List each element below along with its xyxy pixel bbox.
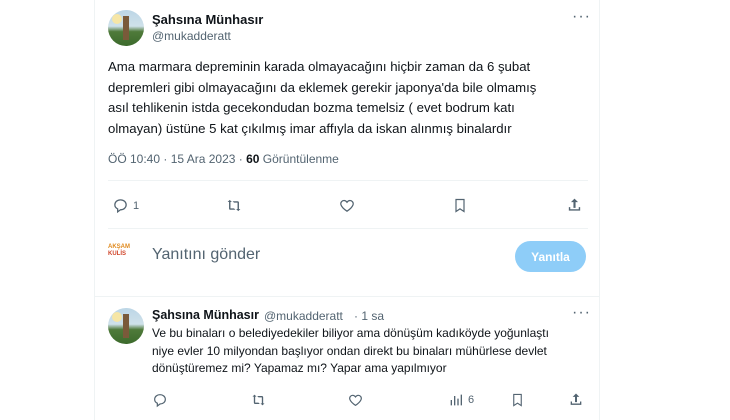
reply-reply-action[interactable] <box>152 392 168 408</box>
reply-share-action[interactable] <box>568 391 584 408</box>
reply-author-name[interactable]: Şahsına Münhasır <box>152 308 259 322</box>
reply-input[interactable]: Yanıtını gönder <box>152 246 260 264</box>
heart-icon <box>340 199 354 212</box>
avatar-logo-bottom: KULİS <box>108 251 126 257</box>
more-options-icon[interactable]: ··· <box>572 8 591 26</box>
tweet-time[interactable]: ÖÖ 10:40 · 15 Ara 2023 · <box>108 152 246 166</box>
reply-button[interactable]: Yanıtla <box>515 241 586 272</box>
reply-author-avatar[interactable] <box>108 308 144 344</box>
reply-icon <box>154 394 166 408</box>
tweet-meta: ÖÖ 10:40 · 15 Ara 2023 · 60 Görüntülenme <box>108 152 339 166</box>
bookmark-action[interactable] <box>452 197 468 214</box>
reply-views-count: 6 <box>468 394 475 406</box>
bookmark-icon <box>455 198 465 213</box>
reply-retweet-action[interactable] <box>250 392 267 408</box>
avatar-sun <box>112 14 122 24</box>
views-count: 60 <box>246 152 260 166</box>
reply-author-handle[interactable]: @mukadderatt <box>264 309 343 323</box>
avatar-figure <box>123 16 129 40</box>
divider <box>94 296 600 297</box>
reply-views-action[interactable]: 6 <box>448 392 474 408</box>
avatar-logo-top: AKŞAM <box>108 244 130 250</box>
avatar-figure <box>123 314 129 338</box>
reply-text: Ve bu binaları o belediyedekiler biliyor… <box>152 326 549 375</box>
reply-icon <box>114 199 127 214</box>
reply-like-action[interactable] <box>347 392 364 408</box>
current-user-avatar[interactable]: AKŞAM KULİS <box>108 244 144 270</box>
reply-count: 1 <box>133 199 140 212</box>
author-handle[interactable]: @mukadderatt <box>152 29 231 43</box>
reply-time[interactable]: · 1 sa <box>354 309 384 323</box>
share-icon <box>570 393 582 405</box>
reply-bookmark-action[interactable] <box>510 392 525 408</box>
views-chart-icon <box>450 394 462 406</box>
share-icon <box>568 198 581 211</box>
divider <box>108 180 588 181</box>
divider <box>108 228 588 229</box>
bookmark-icon <box>513 393 522 407</box>
reply-more-options-icon[interactable]: ··· <box>572 304 591 322</box>
like-action[interactable] <box>338 197 356 214</box>
tweet-text: Ama marmara depreminin karada olmayacağı… <box>108 59 537 136</box>
author-avatar[interactable] <box>108 10 144 46</box>
avatar-sun <box>112 312 122 322</box>
heart-icon <box>349 394 362 407</box>
share-action[interactable] <box>566 196 583 214</box>
author-name[interactable]: Şahsına Münhasır <box>152 12 263 27</box>
retweet-icon <box>252 394 265 406</box>
retweet-action[interactable] <box>225 197 243 214</box>
reply-action[interactable]: 1 <box>112 197 139 214</box>
retweet-icon <box>227 199 241 212</box>
views-label: Görüntülenme <box>259 152 339 166</box>
